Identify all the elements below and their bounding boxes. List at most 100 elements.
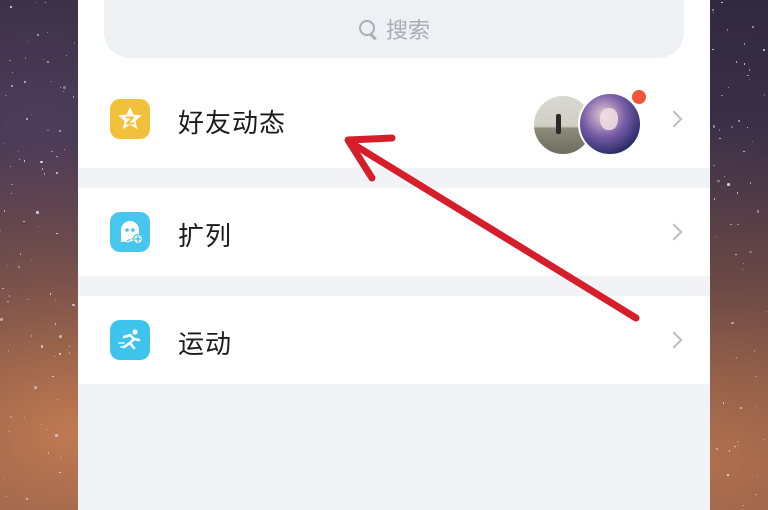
star (719, 137, 721, 140)
star (740, 407, 742, 409)
star (10, 416, 12, 418)
star (27, 298, 29, 301)
star (3, 210, 5, 212)
star (712, 125, 716, 128)
star (712, 48, 714, 51)
star (729, 450, 731, 452)
search-bar[interactable]: 搜索 (104, 0, 684, 58)
star (730, 223, 732, 225)
star (30, 113, 33, 116)
notification-dot (630, 88, 648, 106)
star (737, 444, 739, 447)
star (3, 142, 6, 144)
star (727, 86, 730, 89)
star (57, 399, 59, 401)
star (0, 318, 3, 321)
star (50, 293, 52, 295)
star (19, 253, 21, 255)
star (722, 402, 725, 404)
star (741, 268, 743, 271)
star (749, 250, 752, 254)
search-icon (358, 19, 378, 39)
star (10, 6, 12, 8)
star (47, 129, 49, 132)
star (712, 11, 715, 14)
star (742, 504, 744, 507)
star (763, 438, 766, 441)
star (754, 290, 756, 293)
star (731, 126, 733, 128)
star (11, 85, 13, 87)
star (56, 232, 58, 235)
star (63, 149, 66, 151)
star (743, 43, 746, 45)
star (24, 81, 26, 83)
star (47, 452, 50, 454)
star (44, 1, 47, 4)
star (23, 220, 25, 222)
star (55, 300, 57, 302)
star (9, 431, 11, 433)
star (23, 160, 26, 162)
star (40, 423, 43, 426)
star (51, 80, 53, 82)
star (73, 42, 76, 44)
friends-feed-label: 好友动态 (178, 109, 287, 139)
star (11, 71, 14, 73)
star (26, 118, 28, 120)
star (748, 78, 751, 80)
star (3, 478, 6, 481)
star (723, 176, 726, 178)
star (45, 428, 48, 430)
star (713, 165, 715, 167)
menu-item-friends-feed[interactable]: 好友动态 (78, 70, 710, 168)
menu-item-sports[interactable]: 运动 (78, 296, 710, 384)
star (18, 158, 21, 161)
ghost-plus-icon (110, 212, 150, 252)
star (63, 90, 65, 93)
star (738, 120, 740, 122)
star (18, 266, 20, 268)
star (751, 140, 754, 143)
star (60, 86, 62, 89)
star (735, 61, 737, 63)
star (716, 448, 718, 450)
star (713, 198, 716, 200)
sports-label: 运动 (178, 330, 233, 360)
star (717, 179, 720, 183)
friends-feed-star-icon (110, 99, 150, 139)
star (34, 1, 37, 4)
star (721, 1, 723, 3)
star (36, 211, 39, 214)
star (56, 155, 58, 158)
star (765, 310, 768, 313)
star (712, 9, 714, 11)
star (68, 345, 71, 348)
star (10, 192, 13, 195)
star (65, 54, 68, 57)
star (34, 386, 37, 389)
star (735, 253, 737, 256)
star (737, 224, 739, 226)
search-area: 搜索 (78, 0, 710, 70)
star (743, 63, 746, 65)
star (26, 498, 28, 500)
star (51, 150, 53, 153)
star (736, 192, 738, 194)
star (6, 265, 9, 267)
star (764, 94, 766, 96)
star (59, 353, 61, 355)
star (25, 57, 27, 59)
discover-panel: 搜索 好友动态 扩列 运动 (78, 0, 710, 510)
star (747, 74, 749, 77)
star (5, 95, 7, 97)
star (59, 335, 62, 338)
star (56, 172, 58, 174)
star (59, 130, 61, 132)
star (55, 434, 58, 437)
star (736, 357, 738, 359)
star (7, 300, 9, 303)
menu-item-expand-friends[interactable]: 扩列 (78, 188, 710, 276)
star (52, 375, 54, 378)
star (743, 150, 745, 153)
